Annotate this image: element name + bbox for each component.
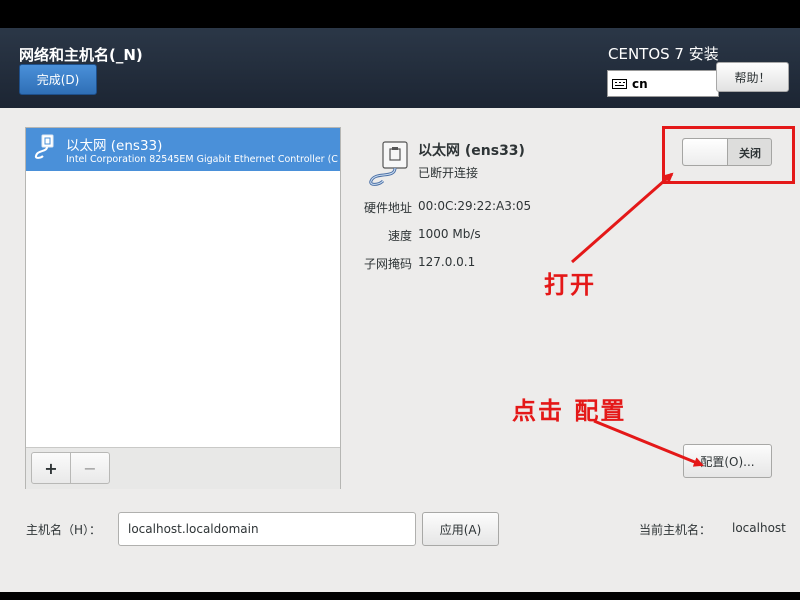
keyboard-icon xyxy=(612,78,627,89)
subnet-mask-value: 127.0.0.1 xyxy=(418,255,476,269)
speed-value: 1000 Mb/s xyxy=(418,227,481,241)
detail-connection-name: 以太网 (ens33) xyxy=(418,143,525,159)
hostname-label: 主机名（H）： xyxy=(26,523,102,537)
hostname-input[interactable]: localhost.localdomain xyxy=(118,512,416,546)
hardware-address-value: 00:0C:29:22:A3:05 xyxy=(418,199,532,213)
done-button[interactable]: 完成(D) xyxy=(19,64,97,95)
page-title: 网络和主机名(_N) xyxy=(19,46,143,64)
ethernet-icon xyxy=(365,141,411,191)
current-hostname-label: 当前主机名： xyxy=(639,523,712,537)
ethernet-icon xyxy=(33,134,55,164)
annotation-open-text: 打开 xyxy=(544,270,596,299)
connection-list-item[interactable]: 以太网 (ens33) Intel Corporation 82545EM Gi… xyxy=(26,128,340,171)
connection-list-panel: 以太网 (ens33) Intel Corporation 82545EM Gi… xyxy=(25,127,341,489)
annotation-click-configure-text: 点击 配置 xyxy=(512,396,627,425)
minus-icon: − xyxy=(83,458,97,478)
plus-icon: + xyxy=(44,458,58,478)
add-connection-button[interactable]: + xyxy=(31,452,71,484)
current-hostname-value: localhost xyxy=(732,521,786,535)
configure-button[interactable]: 配置(O)... xyxy=(683,444,772,478)
annotation-highlight-box xyxy=(662,126,795,184)
help-button[interactable]: 帮助！ xyxy=(716,62,789,92)
bottom-edge xyxy=(0,592,800,600)
connection-description: Intel Corporation 82545EM Gigabit Ethern… xyxy=(66,154,338,165)
remove-connection-button[interactable]: − xyxy=(70,452,110,484)
connection-list-toolbar: + − xyxy=(26,447,340,489)
keyboard-layout-indicator[interactable]: cn xyxy=(607,70,719,97)
apply-button[interactable]: 应用(A) xyxy=(422,512,499,546)
hardware-address-label: 硬件地址 xyxy=(363,201,412,215)
connection-name: 以太网 (ens33) xyxy=(66,138,163,154)
speed-label: 速度 xyxy=(387,229,412,243)
connection-status: 已断开连接 xyxy=(418,166,479,180)
header-bar: 网络和主机名(_N) 完成(D) CENTOS 7 安装 cn 帮助！ xyxy=(0,28,800,108)
subnet-mask-label: 子网掩码 xyxy=(363,257,412,271)
installer-title: CENTOS 7 安装 xyxy=(608,45,719,63)
keyboard-layout-label: cn xyxy=(632,76,648,91)
